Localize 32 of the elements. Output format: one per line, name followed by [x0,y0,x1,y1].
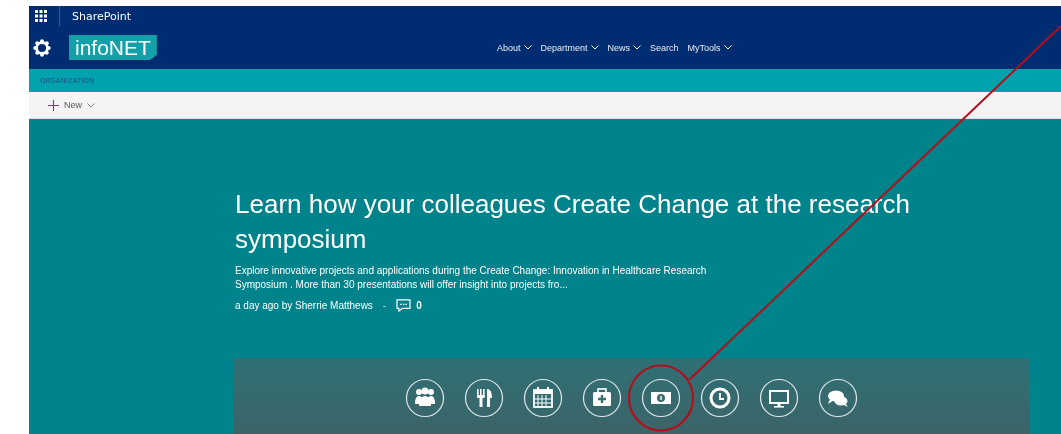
dining-icon [464,378,504,418]
clock-icon [700,378,740,418]
gear-icon[interactable] [33,38,51,57]
chevron-down-icon [87,102,95,108]
new-button[interactable]: New [46,97,97,113]
hero-description: Explore innovative projects and applications during the Create Change: Innovation in Healthcare Research Symposium . More than 30 presentations will offer insight into projects fro... [235,264,708,292]
nav-link[interactable]: News [607,42,642,53]
monitor-icon [759,378,799,418]
plus-icon [48,99,59,111]
nav-link[interactable]: MyTools [687,42,732,53]
byline: a day ago by Sherrie Matthews [235,300,373,311]
quick-link[interactable] [758,377,800,419]
comment-icon[interactable] [396,299,412,312]
quick-link[interactable] [522,377,564,419]
people-icon [405,378,445,418]
firstaid-icon [582,378,622,418]
nav-link[interactable]: About [497,42,532,53]
nav-link[interactable]: Department [540,42,599,53]
separator: - [382,300,387,311]
quick-link[interactable] [463,377,505,419]
chat-icon [818,378,858,418]
app-name[interactable]: SharePoint [72,9,132,23]
quick-link[interactable] [404,377,446,419]
comment-count: 0 [416,300,422,311]
quick-link[interactable] [817,377,859,419]
app-launcher-icon[interactable] [35,10,47,22]
quick-link[interactable] [699,377,741,419]
quick-link[interactable] [640,377,682,419]
money-icon [641,378,681,418]
quick-link[interactable] [581,377,623,419]
nav-link[interactable]: Search [650,42,679,53]
calendar-icon [523,378,563,418]
